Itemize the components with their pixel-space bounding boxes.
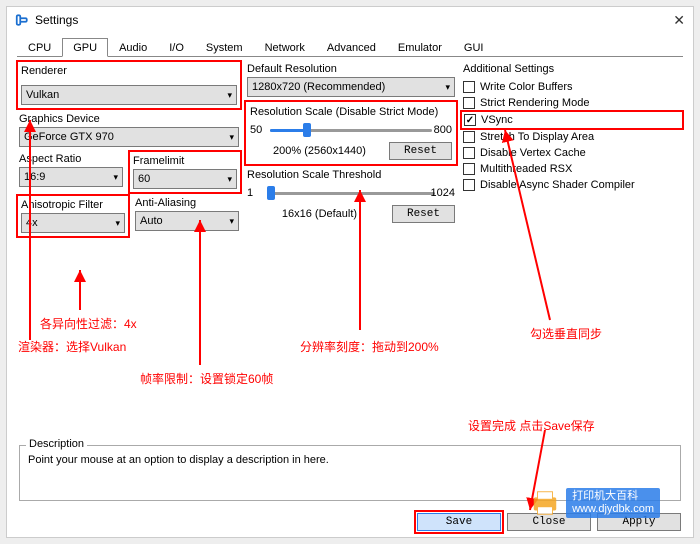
printer-icon [530, 488, 560, 518]
anno-resscale: 分辨率刻度：拖动到200% [300, 338, 439, 355]
default-res-label: Default Resolution [247, 63, 455, 75]
framelimit-group: Framelimit 60▾ [131, 153, 239, 191]
checkbox-icon [463, 163, 475, 175]
app-logo-icon [15, 13, 29, 27]
aniso-group: Anisotropic Filter 4x▾ [19, 197, 127, 235]
cb-stretch[interactable]: Stretch To Display Area [463, 131, 681, 143]
checkbox-icon [463, 131, 475, 143]
res-scale-label: Resolution Scale (Disable Strict Mode) [250, 106, 452, 118]
default-res-select[interactable]: 1280x720 (Recommended)▾ [247, 77, 455, 97]
res-scale-reset-button[interactable]: Reset [389, 142, 452, 160]
watermark-text: 打印机大百科www.djydbk.com [566, 488, 660, 518]
chevron-down-icon: ▾ [115, 218, 120, 229]
tab-gpu[interactable]: GPU [62, 38, 108, 57]
chevron-down-icon: ▾ [113, 172, 118, 183]
save-button[interactable]: Save [417, 513, 501, 531]
framelimit-label: Framelimit [133, 155, 237, 167]
aniso-label: Anisotropic Filter [21, 199, 125, 211]
renderer-label: Renderer [21, 65, 237, 77]
anno-renderer: 渲染器：选择Vulkan [18, 338, 126, 355]
graphics-device-select[interactable]: GeForce GTX 970▾ [19, 127, 239, 147]
graphics-device-label: Graphics Device [19, 113, 239, 125]
res-thresh-label: Resolution Scale Threshold [247, 169, 455, 181]
renderer-select[interactable]: Vulkan▾ [21, 85, 237, 105]
res-thresh-value: 16x16 (Default) [247, 208, 392, 220]
aa-select[interactable]: Auto▾ [135, 211, 239, 231]
tab-network[interactable]: Network [254, 38, 316, 57]
cb-disable-vertex-cache[interactable]: Disable Vertex Cache [463, 147, 681, 159]
res-thresh-reset-button[interactable]: Reset [392, 205, 455, 223]
chevron-down-icon: ▾ [227, 90, 232, 101]
tab-cpu[interactable]: CPU [17, 38, 62, 57]
aspect-ratio-label: Aspect Ratio [19, 153, 123, 165]
res-scale-slider[interactable]: 50 800 [250, 120, 452, 140]
aspect-ratio-select[interactable]: 16:9▾ [19, 167, 123, 187]
tab-advanced[interactable]: Advanced [316, 38, 387, 57]
res-thresh-group: Resolution Scale Threshold 1 1024 16x16 … [247, 169, 455, 223]
checkbox-icon [464, 114, 476, 126]
chevron-down-icon: ▾ [445, 82, 450, 93]
graphics-device-group: Graphics Device GeForce GTX 970▾ [19, 113, 239, 147]
chevron-down-icon: ▾ [229, 216, 234, 227]
res-scale-value: 200% (2560x1440) [250, 145, 389, 157]
cb-strict-rendering[interactable]: Strict Rendering Mode [463, 97, 681, 109]
renderer-group: Renderer Vulkan▾ [19, 63, 239, 107]
cb-write-color-buffers[interactable]: Write Color Buffers [463, 81, 681, 93]
description-text: Point your mouse at an option to display… [28, 454, 329, 466]
res-thresh-slider[interactable]: 1 1024 [247, 183, 455, 203]
settings-window: Settings ✕ CPU GPU Audio I/O System Netw… [6, 6, 694, 538]
res-scale-group: Resolution Scale (Disable Strict Mode) 5… [247, 103, 455, 163]
checkbox-icon [463, 97, 475, 109]
anno-aniso: 各异向性过滤：4x [40, 315, 137, 332]
checkbox-icon [463, 179, 475, 191]
anno-vsync: 勾选垂直同步 [530, 325, 602, 342]
aa-label: Anti-Aliasing [135, 197, 239, 209]
chevron-down-icon: ▾ [227, 174, 232, 185]
tab-content: Renderer Vulkan▾ Graphics Device GeForce… [17, 57, 683, 477]
chevron-down-icon: ▾ [229, 132, 234, 143]
additional-label: Additional Settings [463, 63, 681, 75]
cb-vsync[interactable]: VSync [463, 113, 681, 127]
cb-disable-async-shader[interactable]: Disable Async Shader Compiler [463, 179, 681, 191]
tab-emulator[interactable]: Emulator [387, 38, 453, 57]
tab-io[interactable]: I/O [158, 38, 195, 57]
description-label: Description [26, 438, 87, 450]
titlebar: Settings ✕ [7, 7, 693, 33]
window-title: Settings [35, 13, 78, 27]
default-res-group: Default Resolution 1280x720 (Recommended… [247, 63, 455, 97]
close-icon[interactable]: ✕ [673, 12, 685, 29]
aniso-select[interactable]: 4x▾ [21, 213, 125, 233]
framelimit-select[interactable]: 60▾ [133, 169, 237, 189]
checkbox-icon [463, 147, 475, 159]
checkbox-icon [463, 81, 475, 93]
anno-save: 设置完成 点击Save保存 [468, 417, 595, 434]
anno-framelimit: 帧率限制：设置锁定60帧 [140, 370, 273, 387]
watermark: 打印机大百科www.djydbk.com [530, 488, 660, 518]
tab-bar: CPU GPU Audio I/O System Network Advance… [17, 37, 683, 57]
tab-gui[interactable]: GUI [453, 38, 495, 57]
cb-multithreaded-rsx[interactable]: Multithreaded RSX [463, 163, 681, 175]
aa-group: Anti-Aliasing Auto▾ [135, 197, 239, 235]
tab-audio[interactable]: Audio [108, 38, 158, 57]
aspect-ratio-group: Aspect Ratio 16:9▾ [19, 153, 123, 191]
tab-system[interactable]: System [195, 38, 254, 57]
